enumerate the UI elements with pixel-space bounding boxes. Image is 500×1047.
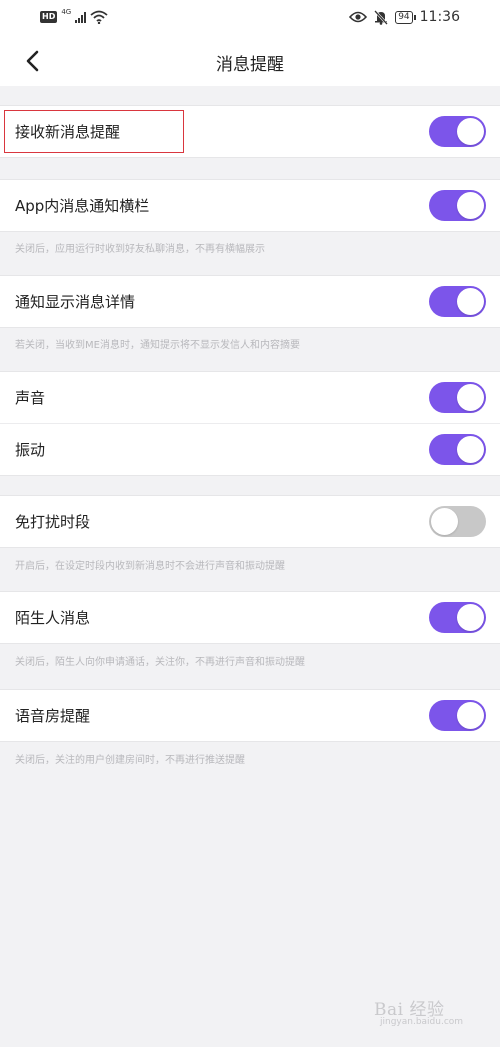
- network-type: 4G: [61, 8, 72, 16]
- hint-app-banner: 关闭后，应用运行时收到好友私聊消息，不再有横幅展示: [15, 244, 265, 255]
- navbar: 消息提醒: [0, 36, 500, 86]
- sound-toggle[interactable]: [429, 382, 486, 413]
- setting-label: 语音房提醒: [15, 707, 91, 725]
- signal-icon: [75, 11, 87, 23]
- hd-badge: HD: [40, 11, 58, 23]
- setting-row-show-details[interactable]: 通知显示消息详情: [0, 276, 500, 327]
- setting-label: 通知显示消息详情: [15, 293, 136, 311]
- battery-icon: 94: [395, 10, 417, 24]
- watermark-sub: jingyan.baidu.com: [380, 1017, 464, 1027]
- eye-icon: [349, 11, 368, 23]
- highlight-box: [4, 110, 184, 153]
- mute-bell-icon: [374, 9, 389, 25]
- section-details: 通知显示消息详情: [0, 275, 500, 328]
- status-left: HD 4G: [40, 8, 108, 24]
- hint-show-details: 若关闭，当收到ME消息时，通知提示将不显示发信人和内容摘要: [15, 340, 300, 351]
- setting-label: 免打扰时段: [15, 513, 91, 531]
- show-details-toggle[interactable]: [429, 286, 486, 317]
- app-banner-toggle[interactable]: [429, 190, 486, 221]
- page-title: 消息提醒: [216, 55, 284, 75]
- setting-row-stranger[interactable]: 陌生人消息: [0, 592, 500, 643]
- dnd-toggle[interactable]: [429, 506, 486, 537]
- status-bar: HD 4G 94 11:36: [0, 0, 500, 36]
- setting-label: App内消息通知横栏: [15, 197, 150, 215]
- setting-label: 声音: [15, 389, 46, 407]
- setting-row-dnd[interactable]: 免打扰时段: [0, 496, 500, 547]
- stranger-toggle[interactable]: [429, 602, 486, 633]
- section-dnd: 免打扰时段: [0, 495, 500, 548]
- setting-label: 振动: [15, 441, 46, 459]
- setting-row-app-banner[interactable]: App内消息通知横栏: [0, 180, 500, 231]
- hint-dnd: 开启后，在设定时段内收到新消息时不会进行声音和振动提醒: [15, 561, 285, 572]
- voice-room-toggle[interactable]: [429, 700, 486, 731]
- watermark: Bai 经验 jingyan.baidu.com: [374, 991, 486, 1033]
- status-right: 94 11:36: [349, 9, 460, 25]
- hint-stranger: 关闭后，陌生人向你申请通话，关注你，不再进行声音和振动提醒: [15, 657, 305, 668]
- status-time: 11:36: [419, 9, 460, 25]
- receive-new-message-toggle[interactable]: [429, 116, 486, 147]
- setting-row-voice-room[interactable]: 语音房提醒: [0, 690, 500, 741]
- section-banner: App内消息通知横栏: [0, 179, 500, 232]
- setting-label: 陌生人消息: [15, 609, 91, 627]
- section-sound-vibration: 声音 振动: [0, 371, 500, 476]
- setting-row-sound[interactable]: 声音: [0, 372, 500, 423]
- section-voice-room: 语音房提醒: [0, 689, 500, 742]
- hint-voice-room: 关闭后，关注的用户创建房间时，不再进行推送提醒: [15, 755, 245, 766]
- wifi-icon: [90, 10, 108, 24]
- vibration-toggle[interactable]: [429, 434, 486, 465]
- section-stranger: 陌生人消息: [0, 591, 500, 644]
- setting-row-vibration[interactable]: 振动: [0, 423, 500, 475]
